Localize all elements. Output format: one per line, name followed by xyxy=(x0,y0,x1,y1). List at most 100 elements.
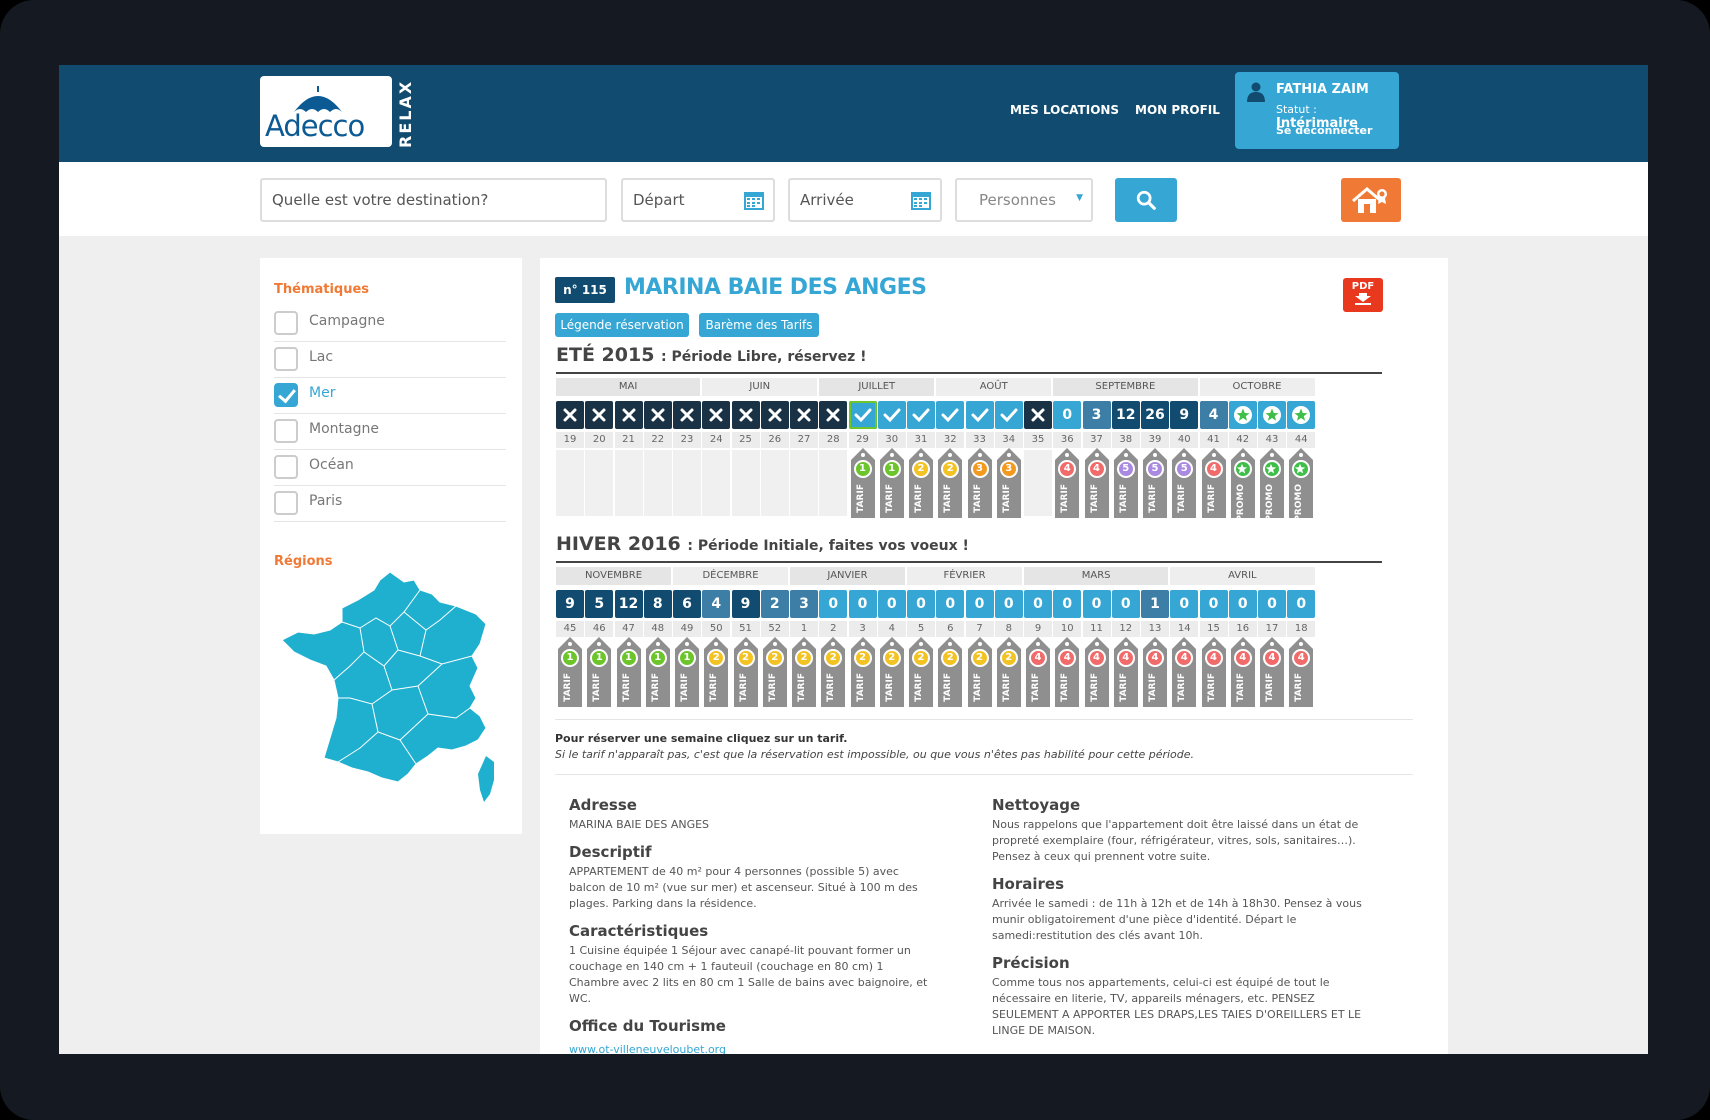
availability-cell[interactable]: 2 xyxy=(760,590,789,618)
availability-cell[interactable]: 4 xyxy=(1199,401,1228,429)
theme-filter-3[interactable]: Montagne xyxy=(274,411,506,450)
availability-cell[interactable]: 4 xyxy=(702,590,731,618)
search-button[interactable] xyxy=(1115,178,1177,222)
tariff-tag[interactable]: 1 TARIF xyxy=(645,637,670,707)
tariff-tag[interactable]: 2 TARIF xyxy=(850,637,875,707)
checkbox[interactable] xyxy=(274,491,298,515)
destination-input[interactable]: Quelle est votre destination? xyxy=(260,178,607,222)
tariff-tag[interactable]: 5 TARIF xyxy=(1172,448,1197,518)
checkbox[interactable] xyxy=(274,419,298,443)
tariff-tag[interactable]: 4 TARIF xyxy=(1055,448,1080,518)
availability-cell[interactable]: 9 xyxy=(1170,401,1199,429)
tariff-scale-button[interactable]: Barème des Tarifs xyxy=(699,313,819,337)
tourism-office-link[interactable]: www.ot-villeneuveloubet.org xyxy=(569,1043,726,1054)
tariff-tag[interactable]: 1 TARIF xyxy=(616,637,641,707)
france-map[interactable] xyxy=(280,568,502,808)
corsica[interactable] xyxy=(478,756,494,802)
availability-cell[interactable]: 0 xyxy=(994,590,1023,618)
availability-cell[interactable]: 9 xyxy=(556,590,584,618)
availability-cell[interactable]: 0 xyxy=(877,590,906,618)
booking-legend-button[interactable]: Légende réservation xyxy=(555,313,689,337)
tariff-tag[interactable]: 1 TARIF xyxy=(850,448,875,518)
theme-filter-1[interactable]: Lac xyxy=(274,339,506,378)
availability-cell[interactable] xyxy=(1228,401,1257,429)
tariff-tag[interactable]: 1 TARIF xyxy=(558,637,582,707)
tariff-tag[interactable]: 2 TARIF xyxy=(792,637,816,707)
tariff-tag[interactable]: 4 TARIF xyxy=(1113,637,1138,707)
availability-cell[interactable]: 0 xyxy=(1228,590,1257,618)
availability-cell[interactable]: 0 xyxy=(1287,590,1316,618)
checkbox[interactable] xyxy=(274,311,298,335)
pdf-download-button[interactable]: PDF xyxy=(1343,278,1383,312)
tariff-tag[interactable]: 4 TARIF xyxy=(1084,637,1109,707)
availability-cell[interactable] xyxy=(907,401,935,429)
availability-cell[interactable]: 0 xyxy=(936,590,965,618)
tariff-tag[interactable]: 2 TARIF xyxy=(938,637,963,707)
tariff-tag[interactable]: 2 TARIF xyxy=(909,448,933,518)
persons-select[interactable]: Personnes ▼ xyxy=(955,178,1093,222)
availability-cell[interactable]: 0 xyxy=(1199,590,1228,618)
availability-cell[interactable]: 0 xyxy=(1053,590,1082,618)
availability-cell[interactable]: 0 xyxy=(819,590,848,618)
availability-cell[interactable] xyxy=(965,401,994,429)
tariff-tag[interactable]: 2 TARIF xyxy=(704,637,729,707)
tariff-tag[interactable]: 2 TARIF xyxy=(879,637,904,707)
tariff-tag[interactable]: 2 TARIF xyxy=(967,637,992,707)
arrival-input[interactable]: Arrivée xyxy=(788,178,942,222)
tariff-tag[interactable]: 1 TARIF xyxy=(587,637,612,707)
availability-cell[interactable]: 0 xyxy=(965,590,994,618)
host-house-button[interactable] xyxy=(1341,178,1401,222)
tariff-tag[interactable]: 2 TARIF xyxy=(762,637,787,707)
availability-cell[interactable] xyxy=(848,401,877,429)
tariff-tag[interactable]: 2 TARIF xyxy=(821,637,846,707)
availability-cell[interactable]: 6 xyxy=(673,590,701,618)
tariff-tag[interactable]: 4 TARIF xyxy=(1084,448,1109,518)
tariff-tag[interactable]: 4 TARIF xyxy=(1143,637,1167,707)
availability-cell[interactable] xyxy=(936,401,965,429)
availability-cell[interactable] xyxy=(1258,401,1286,429)
availability-cell[interactable]: 0 xyxy=(1082,590,1111,618)
availability-cell[interactable]: 0 xyxy=(1170,590,1199,618)
logout-link[interactable]: Se déconnecter xyxy=(1276,124,1372,137)
tariff-tag[interactable]: 2 TARIF xyxy=(996,637,1021,707)
tariff-tag[interactable]: 2 TARIF xyxy=(733,637,758,707)
availability-cell[interactable]: 3 xyxy=(1082,401,1111,429)
theme-filter-0[interactable]: Campagne xyxy=(274,303,506,342)
tariff-tag[interactable]: 4 TARIF xyxy=(1055,637,1080,707)
tariff-tag[interactable]: 4 TARIF xyxy=(1172,637,1197,707)
availability-cell[interactable]: 0 xyxy=(1053,401,1082,429)
france-mainland[interactable] xyxy=(281,571,487,783)
theme-filter-5[interactable]: Paris xyxy=(274,483,506,522)
tariff-tag[interactable]: 4 TARIF xyxy=(1201,448,1226,518)
tariff-tag[interactable]: 1 TARIF xyxy=(879,448,904,518)
tariff-tag[interactable]: 2 TARIF xyxy=(938,448,963,518)
availability-cell[interactable]: 0 xyxy=(1111,590,1140,618)
availability-cell[interactable] xyxy=(877,401,906,429)
nav-my-profile[interactable]: MON PROFIL xyxy=(1135,103,1220,117)
theme-filter-2[interactable]: Mer xyxy=(274,375,506,414)
theme-filter-4[interactable]: Océan xyxy=(274,447,506,486)
checkbox[interactable] xyxy=(274,347,298,371)
availability-cell[interactable]: 0 xyxy=(907,590,935,618)
logo[interactable]: Adecco xyxy=(260,76,392,147)
availability-cell[interactable]: 26 xyxy=(1141,401,1169,429)
promo-tag[interactable]: PROMO xyxy=(1289,448,1314,522)
checkbox[interactable] xyxy=(274,383,298,407)
availability-cell[interactable]: 12 xyxy=(1111,401,1140,429)
availability-cell[interactable]: 12 xyxy=(614,590,643,618)
departure-input[interactable]: Départ xyxy=(621,178,775,222)
availability-cell[interactable] xyxy=(1287,401,1316,429)
tariff-tag[interactable]: 1 TARIF xyxy=(675,637,699,707)
availability-cell[interactable] xyxy=(994,401,1023,429)
availability-cell[interactable]: 3 xyxy=(790,590,818,618)
tariff-tag[interactable]: 3 TARIF xyxy=(996,448,1021,518)
tariff-tag[interactable]: 4 TARIF xyxy=(1230,637,1255,707)
nav-my-rentals[interactable]: MES LOCATIONS xyxy=(1010,103,1119,117)
availability-cell[interactable]: 0 xyxy=(1024,590,1052,618)
promo-tag[interactable]: PROMO xyxy=(1260,448,1284,522)
availability-cell[interactable]: 1 xyxy=(1141,590,1169,618)
availability-cell[interactable]: 5 xyxy=(585,590,614,618)
checkbox[interactable] xyxy=(274,455,298,479)
availability-cell[interactable]: 0 xyxy=(848,590,877,618)
tariff-tag[interactable]: 4 TARIF xyxy=(1201,637,1226,707)
